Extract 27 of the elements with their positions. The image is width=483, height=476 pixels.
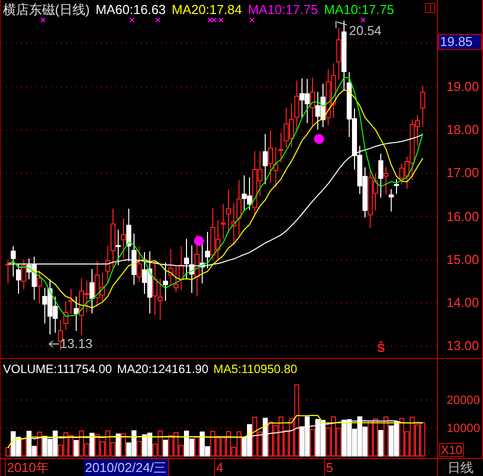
volume-indicator-value: VOLUME:111754.00 — [3, 362, 112, 376]
indicator-value: MA10:17.75 — [324, 2, 394, 18]
volume-axis-label: 10000 — [446, 421, 480, 435]
volume-indicator-value: MA5:110950.80 — [213, 362, 298, 376]
indicator-value: MA10:17.75 — [248, 2, 318, 18]
price-axis-label: 13.00 — [446, 339, 479, 354]
price-axis-label: 17.00 — [446, 166, 479, 180]
low-price-label: 13.13 — [60, 337, 93, 351]
volume-axis-label: 20000 — [446, 393, 480, 407]
volume-indicator-value: MA20:124161.90 — [116, 362, 208, 376]
high-price-label: 20.54 — [349, 24, 382, 38]
price-axis-label: 16.00 — [446, 210, 479, 224]
indicator-value: MA60:16.63 — [96, 2, 166, 18]
time-axis-label: 5 — [324, 459, 334, 476]
time-axis-label: 2010年 — [5, 459, 50, 476]
price-axis-label: 15.00 — [446, 252, 479, 267]
volume-scale-label: X10 — [439, 443, 464, 457]
time-axis-label: 2010/02/24/三 — [84, 459, 169, 476]
indicator-value: MA20:17.84 — [172, 2, 242, 18]
current-price-label: 19.85 — [438, 34, 482, 50]
chart-title: 横店东磁(日线) — [3, 2, 90, 18]
sell-signal-label: Ŝ — [377, 342, 386, 355]
time-axis-label: 4 — [214, 459, 224, 476]
price-axis-label: 18.00 — [446, 123, 479, 138]
price-axis-label: 19.00 — [446, 80, 479, 94]
period-label[interactable]: 日线 — [437, 459, 483, 476]
price-axis-label: 14.00 — [446, 296, 479, 310]
